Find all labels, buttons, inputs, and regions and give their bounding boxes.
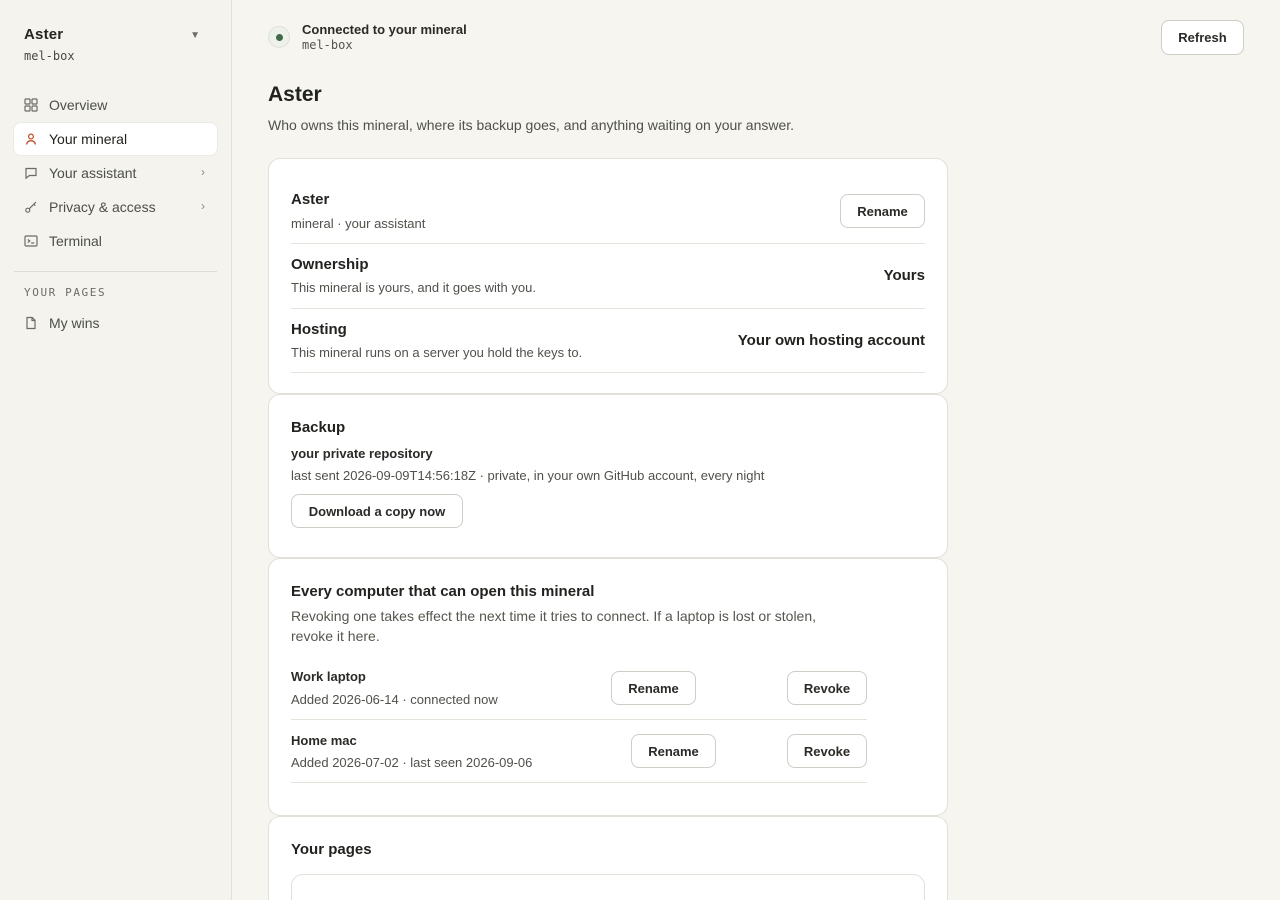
devices-card: Every computer that can open this minera…	[268, 558, 948, 816]
sidebar-section-label: YOUR PAGES	[24, 286, 107, 299]
workspace-name: Aster	[24, 26, 64, 43]
device-detail: Added 2026-06-14 · connected now	[291, 692, 498, 707]
pages-nav: My wins	[14, 307, 217, 341]
sidebar-item-your-mineral[interactable]: Your mineral	[14, 123, 217, 155]
person-icon	[24, 132, 38, 146]
ownership-title: Ownership	[291, 256, 369, 273]
page-title: Aster	[268, 83, 322, 106]
connection-status: Connected to your mineral	[302, 22, 467, 37]
sidebar-item-terminal[interactable]: Terminal	[14, 225, 217, 257]
divider	[291, 719, 867, 720]
terminal-icon	[24, 234, 38, 248]
sidebar-divider	[14, 271, 217, 272]
mineral-name: Aster	[291, 191, 330, 208]
refresh-button[interactable]: Refresh	[1161, 20, 1244, 55]
sidebar-item-label: Your mineral	[49, 131, 128, 147]
device-name: Work laptop	[291, 669, 366, 684]
workspace-switcher[interactable]: Aster mel-box ▼	[24, 26, 208, 63]
page-description: Who owns this mineral, where its backup …	[268, 117, 795, 133]
sidebar: Aster mel-box ▼ Overview Your mineral Yo…	[0, 0, 232, 900]
rename-mineral-button[interactable]: Rename	[840, 194, 925, 228]
sidebar-item-my-wins[interactable]: My wins	[14, 307, 217, 339]
divider	[291, 372, 925, 373]
pages-list	[291, 874, 925, 900]
divider	[291, 243, 925, 244]
identity-card: Aster mineral · your assistant Rename Ow…	[268, 158, 948, 394]
revoke-device-button[interactable]: Revoke	[787, 734, 867, 768]
rename-device-button[interactable]: Rename	[631, 734, 716, 768]
sidebar-nav: Overview Your mineral Your assistant › P…	[14, 89, 217, 259]
hosting-title: Hosting	[291, 321, 347, 338]
grid-icon	[24, 98, 38, 112]
sidebar-item-overview[interactable]: Overview	[14, 89, 217, 121]
ownership-description: This mineral is yours, and it goes with …	[291, 280, 536, 295]
chevron-right-icon[interactable]: ›	[201, 199, 205, 213]
backup-title: Backup	[291, 419, 346, 436]
download-copy-button[interactable]: Download a copy now	[291, 494, 463, 528]
ownership-value: Yours	[883, 267, 925, 284]
device-name: Home mac	[291, 733, 357, 748]
rename-device-button[interactable]: Rename	[611, 671, 696, 705]
divider	[291, 308, 925, 309]
sidebar-item-label: Terminal	[49, 233, 102, 249]
sidebar-item-your-assistant[interactable]: Your assistant ›	[14, 157, 217, 189]
status-dot	[275, 33, 283, 41]
sidebar-item-privacy-access[interactable]: Privacy & access ›	[14, 191, 217, 223]
workspace-host: mel-box	[24, 49, 75, 63]
divider	[291, 782, 867, 783]
connection-host: mel-box	[302, 38, 353, 52]
pages-card: Your pages	[268, 816, 948, 900]
sidebar-item-label: Privacy & access	[49, 199, 156, 215]
devices-description: Revoking one takes effect the next time …	[291, 608, 817, 644]
mineral-subtitle: mineral · your assistant	[291, 216, 426, 231]
caret-down-icon[interactable]: ▼	[190, 30, 200, 41]
chat-icon	[24, 166, 38, 180]
pages-title: Your pages	[291, 841, 372, 858]
hosting-value: Your own hosting account	[737, 332, 925, 349]
device-detail: Added 2026-07-02 · last seen 2026-09-06	[291, 755, 533, 770]
chevron-right-icon[interactable]: ›	[201, 165, 205, 179]
backup-detail: last sent 2026-09-09T14:56:18Z · private…	[291, 468, 765, 483]
revoke-device-button[interactable]: Revoke	[787, 671, 867, 705]
document-icon	[24, 316, 38, 330]
backup-destination: your private repository	[291, 446, 433, 461]
key-icon	[24, 200, 38, 214]
sidebar-item-label: Overview	[49, 97, 108, 113]
devices-title: Every computer that can open this minera…	[291, 583, 595, 600]
sidebar-item-label: Your assistant	[49, 165, 137, 181]
hosting-description: This mineral runs on a server you hold t…	[291, 345, 583, 360]
backup-card: Backup your private repository last sent…	[268, 394, 948, 558]
sidebar-item-label: My wins	[49, 315, 100, 331]
connection-status-icon	[268, 26, 290, 48]
